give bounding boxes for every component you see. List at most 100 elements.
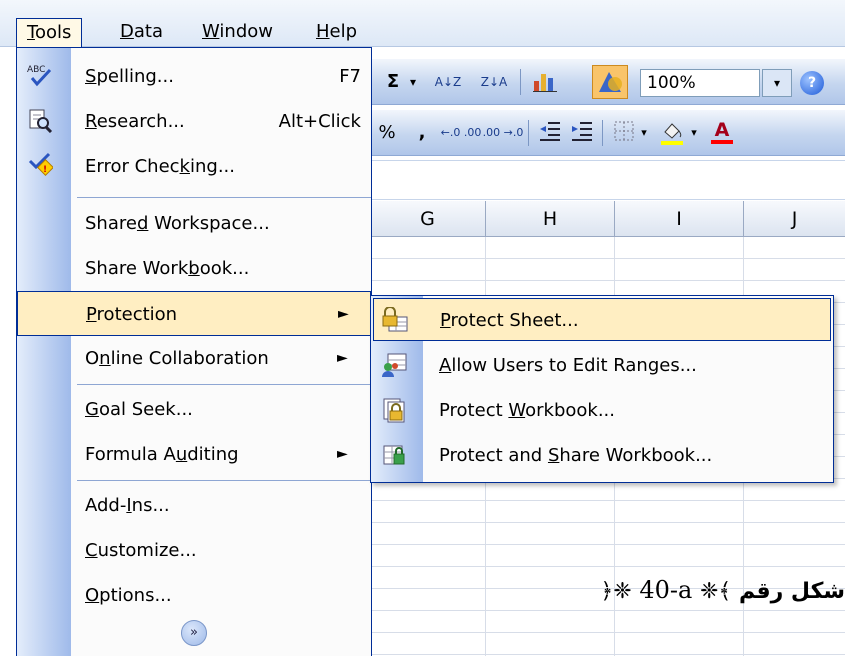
menu-item-label: Online Collaboration [85,336,269,381]
label-part: rotect Sheet... [450,310,579,331]
decrease-indent-icon[interactable] [536,120,564,146]
sort-descending-icon[interactable]: Z↓A [474,69,514,95]
research-icon [25,107,55,135]
menu-item-label: Shared Workspace... [85,201,270,246]
label-part: line Collaboration [110,348,269,369]
mnemonic: O [85,585,100,606]
menu-item-share-workbook[interactable]: Share Workbook... [17,246,371,291]
menu-help-mnemonic: H [316,21,330,42]
menu-tools[interactable]: Tools [16,18,83,47]
menu-window[interactable]: Window [192,18,283,47]
percent-style-icon[interactable]: % [376,120,398,146]
label-part: ook... [199,258,250,279]
fill-color-dropdown-icon[interactable]: ▾ [688,120,700,146]
submenu-arrow-icon: ► [337,350,348,366]
label-part: Formula A [85,444,176,465]
menu-item-protection[interactable]: Protection ► [17,291,371,336]
menu-item-goal-seek[interactable]: Goal Seek... [17,387,371,432]
menu-item-error-checking[interactable]: ! Error Checking... [17,144,371,189]
tools-menu: ABC Spelling... F7 Research... Alt+Click… [16,47,372,656]
mnemonic: A [439,355,452,376]
sort-ascending-icon[interactable]: A↓Z [428,69,468,95]
autosum-icon[interactable]: Σ [382,69,404,95]
spelling-icon: ABC [25,62,55,90]
menu-item-label: Customize... [85,528,197,573]
label-part: pelling... [96,66,174,87]
autosum-dropdown-icon[interactable]: ▾ [406,69,420,95]
protect-workbook-icon [379,397,409,425]
label-part: ns... [131,495,170,516]
menu-item-online-collaboration[interactable]: Online Collaboration ► [17,336,371,381]
menu-item-spelling[interactable]: ABC Spelling... F7 [17,54,371,99]
menu-data[interactable]: Data [110,18,173,47]
mnemonic: n [99,348,111,369]
menu-item-label: Options... [85,573,172,618]
menu-item-shared-workspace[interactable]: Shared Workspace... [17,201,371,246]
shortcut: F7 [339,66,361,87]
svg-text:ABC: ABC [27,65,45,75]
submenu-item-allow-users[interactable]: Allow Users to Edit Ranges... [373,344,831,387]
increase-indent-icon[interactable] [568,120,596,146]
label-part: O [85,348,100,369]
menu-item-research[interactable]: Research... Alt+Click [17,99,371,144]
mnemonic: k [179,156,190,177]
mnemonic: P [440,310,451,331]
menu-item-add-ins[interactable]: Add-Ins... [17,483,371,528]
menu-window-rest: indow [219,21,273,42]
standard-toolbar: Σ ▾ A↓Z Z↓A 100% ▾ ? [370,59,845,105]
increase-decimal-icon[interactable]: ←.0 .00 [440,120,482,146]
font-color-icon[interactable]: A [708,120,736,146]
help-icon[interactable]: ? [800,71,824,95]
toolbar-separator [602,120,603,146]
label-part: Protect and [439,445,548,466]
fill-color-icon[interactable] [658,120,686,146]
formula-bar[interactable] [370,160,845,200]
submenu-arrow-icon: ► [337,446,348,462]
column-header-j[interactable]: J [744,201,845,237]
submenu-item-protect-sheet[interactable]: Protect Sheet... [373,298,831,341]
label-part: hare Workbook... [559,445,713,466]
mnemonic: u [175,444,188,465]
comma-style-icon[interactable]: , [414,120,430,146]
column-header-i[interactable]: I [615,201,744,237]
mnemonic: b [188,258,200,279]
menu-separator [77,384,371,385]
label-part: ptions... [99,585,172,606]
menu-item-label: Error Checking... [85,144,235,189]
menu-bar: Tools Data Window Help [0,0,845,47]
submenu-item-label: Protect and Share Workbook... [439,434,712,477]
submenu-item-label: Protect Sheet... [440,299,579,342]
menu-item-formula-auditing[interactable]: Formula Auditing ► [17,432,371,477]
caption-arabic-text: شكل رقم [738,579,845,604]
zoom-field[interactable]: 100% [640,69,760,97]
mnemonic: S [85,66,97,87]
label-part: esearch... [96,111,185,132]
column-headers: G H I J [370,201,845,237]
decrease-decimal-icon[interactable]: .00 →.0 [482,120,524,146]
column-header-g[interactable]: G [370,201,486,237]
toolbar-separator [528,120,529,146]
menu-item-label: Protection [86,292,177,337]
menu-separator [77,480,371,481]
shortcut: Alt+Click [278,111,361,132]
zoom-dropdown-icon[interactable]: ▾ [762,69,792,97]
column-header-h[interactable]: H [486,201,615,237]
borders-icon[interactable] [612,120,636,146]
submenu-item-label: Allow Users to Edit Ranges... [439,344,697,387]
expand-menu-chevron-icon[interactable]: » [181,620,207,646]
figure-caption: شكل رقم ﴾❈ 40-a ❈﴿ [565,570,845,610]
drawing-toggle-button[interactable] [592,65,628,99]
label-part: diting [187,444,239,465]
menu-item-options[interactable]: Options... [17,573,371,618]
protect-share-icon [379,442,409,470]
menu-item-customize[interactable]: Customize... [17,528,371,573]
borders-dropdown-icon[interactable]: ▾ [638,120,650,146]
chart-wizard-icon[interactable] [530,69,560,95]
formatting-toolbar: % , ←.0 .00 .00 →.0 ▾ ▾ A [370,110,845,156]
menu-item-label: Formula Auditing [85,432,239,477]
menu-help[interactable]: Help [306,18,367,47]
mnemonic: d [136,213,149,234]
submenu-item-protect-and-share[interactable]: Protect and Share Workbook... [373,434,831,477]
submenu-item-protect-workbook[interactable]: Protect Workbook... [373,389,831,432]
menu-item-label: Research... [85,99,185,144]
